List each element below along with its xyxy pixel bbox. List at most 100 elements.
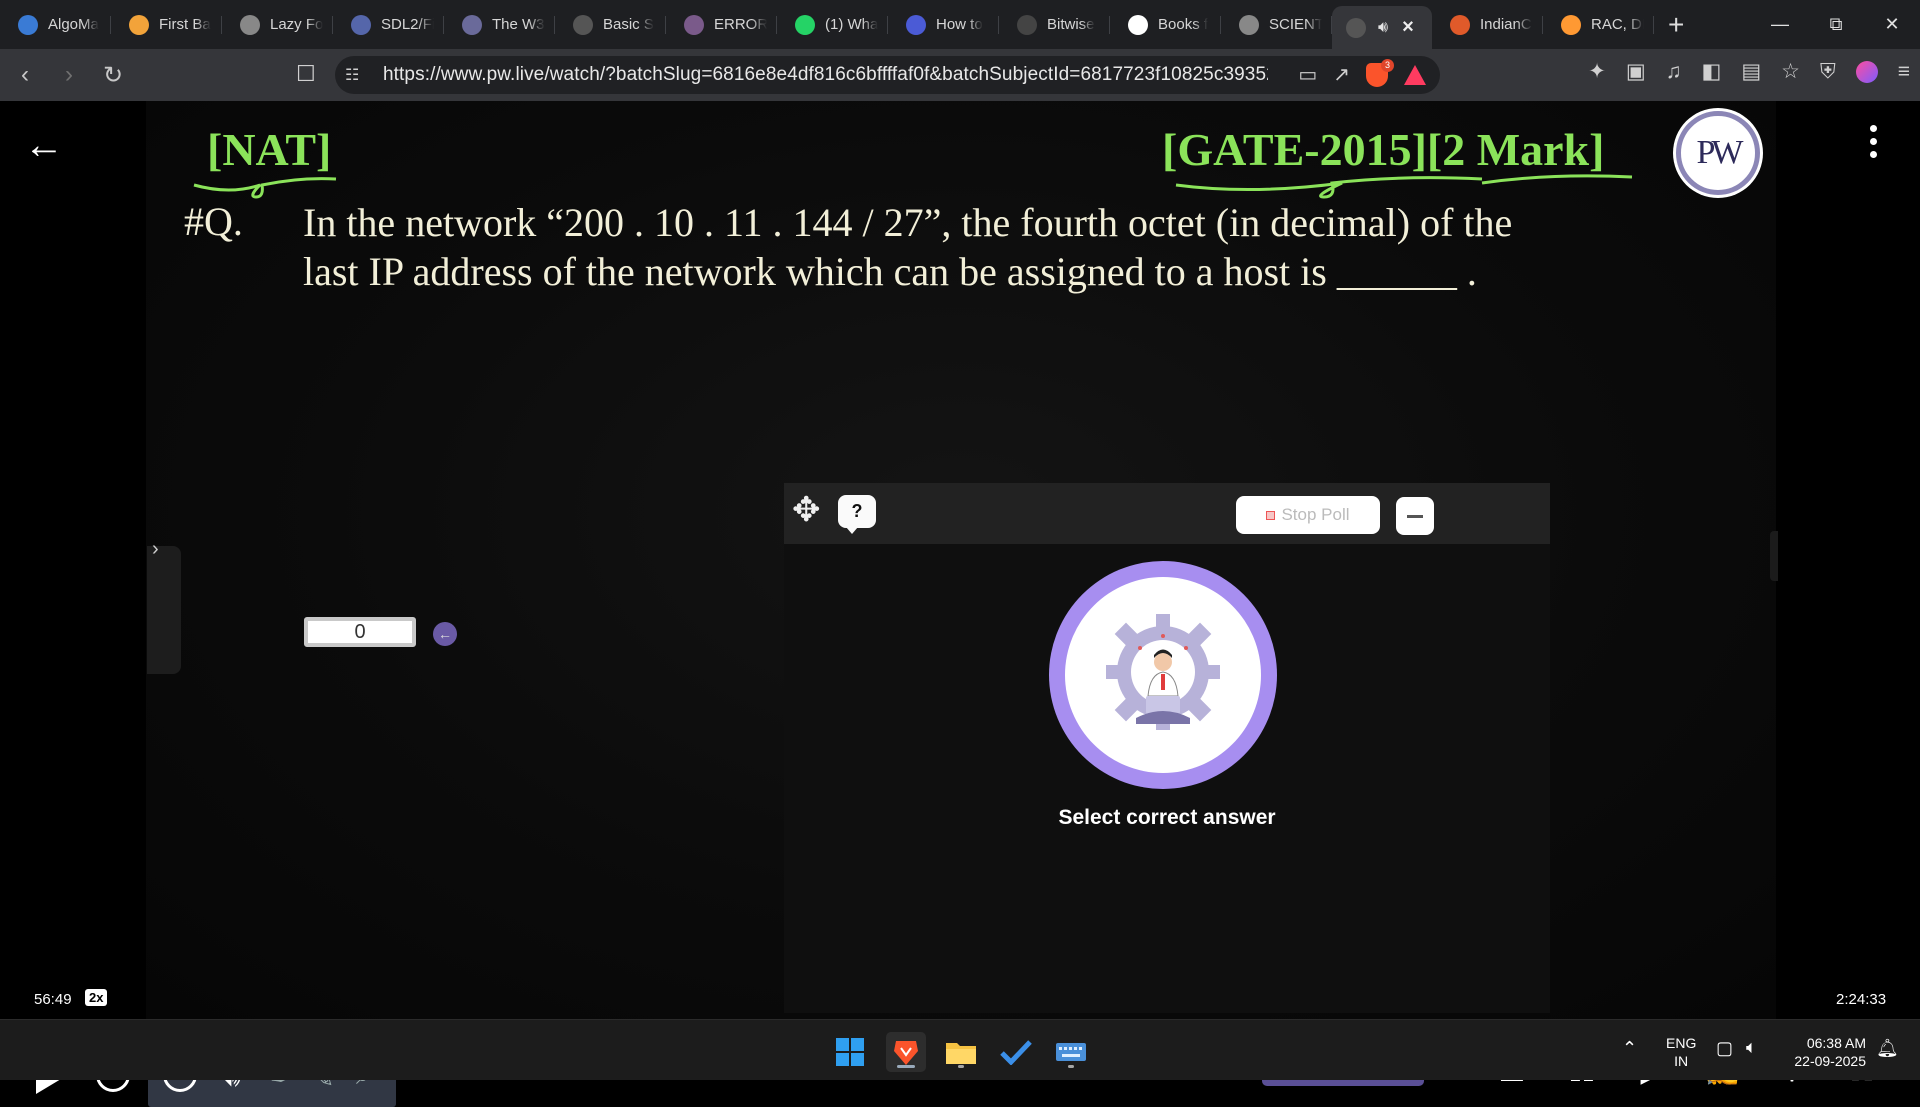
- chevron-up-icon[interactable]: ⌃: [1622, 1038, 1637, 1059]
- forward-icon[interactable]: ›: [50, 56, 88, 94]
- language-indicator[interactable]: ENG IN: [1666, 1034, 1696, 1070]
- browser-tab[interactable]: IndianC: [1432, 0, 1543, 49]
- question-line-1: In the network “200 . 10 . 11 . 144 / 27…: [303, 200, 1513, 245]
- shield-tab-icon: [906, 14, 926, 35]
- audio-playing-icon[interactable]: 🔊︎: [1378, 19, 1388, 37]
- menu-icon[interactable]: ≡: [1898, 60, 1910, 84]
- browser-tab[interactable]: Basic S: [555, 0, 666, 49]
- reader-mode-icon[interactable]: ▣: [1626, 59, 1646, 84]
- os-taskbar: ⌃ ENG IN ▢ 🔈︎ 06:38 AM 22-09-2025 🔔︎: [0, 1019, 1920, 1080]
- minimize-window-icon[interactable]: —: [1752, 0, 1808, 49]
- browser-tab[interactable]: Bitwise: [999, 0, 1110, 49]
- browser-tab-active[interactable]: 🔊︎ ×: [1332, 6, 1432, 49]
- pw-logo: PW: [1676, 111, 1760, 195]
- stop-poll-button[interactable]: Stop Poll: [1236, 496, 1380, 534]
- share-icon[interactable]: ↗: [1333, 62, 1350, 87]
- site-settings-icon[interactable]: ☷: [345, 65, 371, 85]
- stop-icon: [1266, 510, 1276, 520]
- bookmark-icon[interactable]: ☐: [296, 61, 316, 87]
- question-line-2: last IP address of the network which can…: [303, 249, 1477, 294]
- extensions-icon[interactable]: ✦: [1588, 59, 1606, 84]
- media-icon[interactable]: ♫: [1666, 60, 1682, 84]
- submit-answer-icon[interactable]: ←: [433, 622, 457, 646]
- leo-ai-icon[interactable]: [1855, 60, 1878, 83]
- poll-prompt: Select correct answer: [1058, 806, 1276, 829]
- browser-tab[interactable]: Books f: [1110, 0, 1221, 49]
- browser-tab[interactable]: SDL2/Fi: [333, 0, 444, 49]
- browser-tab[interactable]: ERROR: [666, 0, 777, 49]
- region-code: IN: [1674, 1053, 1689, 1069]
- taskbar-todo[interactable]: [996, 1032, 1036, 1072]
- cast-icon[interactable]: ▭: [1298, 62, 1317, 87]
- vpn-shield-icon[interactable]: ⛨: [1820, 60, 1836, 84]
- window-controls: — ⧉ ✕: [1752, 0, 1920, 49]
- video-player[interactable]: ← [NAT] [GATE-2015][2 Mark] PW #Q. In th…: [0, 101, 1920, 1107]
- help-icon[interactable]: ?: [838, 495, 876, 534]
- globe-icon: [1239, 14, 1259, 35]
- tab-title: ERROR: [714, 16, 767, 33]
- back-arrow-icon[interactable]: ←: [24, 123, 64, 168]
- sidebar-icon[interactable]: ◧: [1701, 59, 1721, 84]
- close-window-icon[interactable]: ✕: [1864, 0, 1920, 49]
- taskbar-file-explorer[interactable]: [941, 1032, 981, 1072]
- browser-tab[interactable]: AlgoMa: [0, 0, 111, 49]
- restore-window-icon[interactable]: ⧉: [1808, 0, 1864, 49]
- minimize-poll-button[interactable]: [1396, 497, 1434, 535]
- brave-rewards-icon[interactable]: [1404, 64, 1426, 85]
- browser-tab[interactable]: How to: [888, 0, 999, 49]
- tab-title: AlgoMa: [48, 16, 99, 33]
- browser-tab[interactable]: (1) Wha: [777, 0, 888, 49]
- lang-code: ENG: [1666, 1035, 1697, 1051]
- answer-input[interactable]: 0: [304, 617, 416, 647]
- algomaster-icon: [18, 14, 38, 35]
- pw-icon: [1346, 17, 1366, 38]
- globe-icon: [240, 14, 260, 35]
- w3-icon: [462, 14, 482, 35]
- side-panel-handle[interactable]: [147, 546, 181, 674]
- shields-count: 3: [1381, 58, 1394, 72]
- chevron-right-icon[interactable]: ›: [152, 538, 159, 561]
- taskbar-brave[interactable]: [886, 1032, 926, 1072]
- speaker-icon[interactable]: 🔈︎: [1746, 1037, 1757, 1058]
- notification-bell-icon[interactable]: 🔔︎: [1876, 1038, 1899, 1059]
- brave-shields-icon[interactable]: 3: [1366, 58, 1394, 87]
- more-options-icon[interactable]: [1870, 125, 1878, 158]
- tab-title: SDL2/Fi: [381, 16, 434, 33]
- back-icon[interactable]: ‹: [6, 56, 44, 94]
- browser-tab[interactable]: RAC, DI: [1543, 0, 1654, 49]
- taskbar-terminal[interactable]: [1051, 1032, 1091, 1072]
- tab-title: How to: [936, 16, 983, 33]
- browser-tab[interactable]: The W3: [444, 0, 555, 49]
- right-panel-handle[interactable]: [1770, 531, 1778, 581]
- error-icon: [684, 14, 704, 35]
- tab-title: RAC, DI: [1591, 16, 1644, 33]
- system-clock[interactable]: 06:38 AM 22-09-2025: [1786, 1034, 1866, 1070]
- browser-tab[interactable]: First Ba: [111, 0, 222, 49]
- move-icon[interactable]: ✥: [792, 493, 821, 527]
- reload-icon[interactable]: ↻: [94, 56, 132, 94]
- wallet-icon[interactable]: ▤: [1741, 59, 1761, 84]
- whatsapp-icon: [795, 14, 815, 35]
- browser-tab[interactable]: Lazy Fo: [222, 0, 333, 49]
- folder-icon: [946, 1043, 976, 1064]
- url-text[interactable]: https://www.pw.live/watch/?batchSlug=681…: [383, 64, 1268, 86]
- tab-title: SCIENT: [1269, 16, 1322, 33]
- stack-icon: [129, 14, 149, 35]
- tab-title: Basic S: [603, 16, 654, 33]
- running-indicator: [958, 1065, 964, 1068]
- tab-title: First Ba: [159, 16, 211, 33]
- gate-underline: [1175, 174, 1633, 199]
- poll-header: ✥ ? Stop Poll: [784, 483, 1550, 544]
- start-button[interactable]: [830, 1032, 870, 1072]
- nat-underline: [193, 177, 337, 199]
- browser-tab[interactable]: SCIENT: [1221, 0, 1332, 49]
- address-bar[interactable]: ☷ https://www.pw.live/watch/?batchSlug=6…: [335, 56, 1440, 94]
- favorites-icon[interactable]: ☆: [1781, 59, 1800, 84]
- question-type-tag: [NAT]: [207, 124, 332, 175]
- new-tab-icon[interactable]: +: [1668, 9, 1684, 41]
- indiancpu-icon: [1450, 14, 1470, 35]
- checkmark-app-icon: [1000, 1040, 1032, 1065]
- network-icon[interactable]: ▢: [1716, 1038, 1733, 1059]
- close-tab-icon[interactable]: ×: [1402, 16, 1414, 39]
- playback-speed-badge[interactable]: 2x: [85, 989, 108, 1006]
